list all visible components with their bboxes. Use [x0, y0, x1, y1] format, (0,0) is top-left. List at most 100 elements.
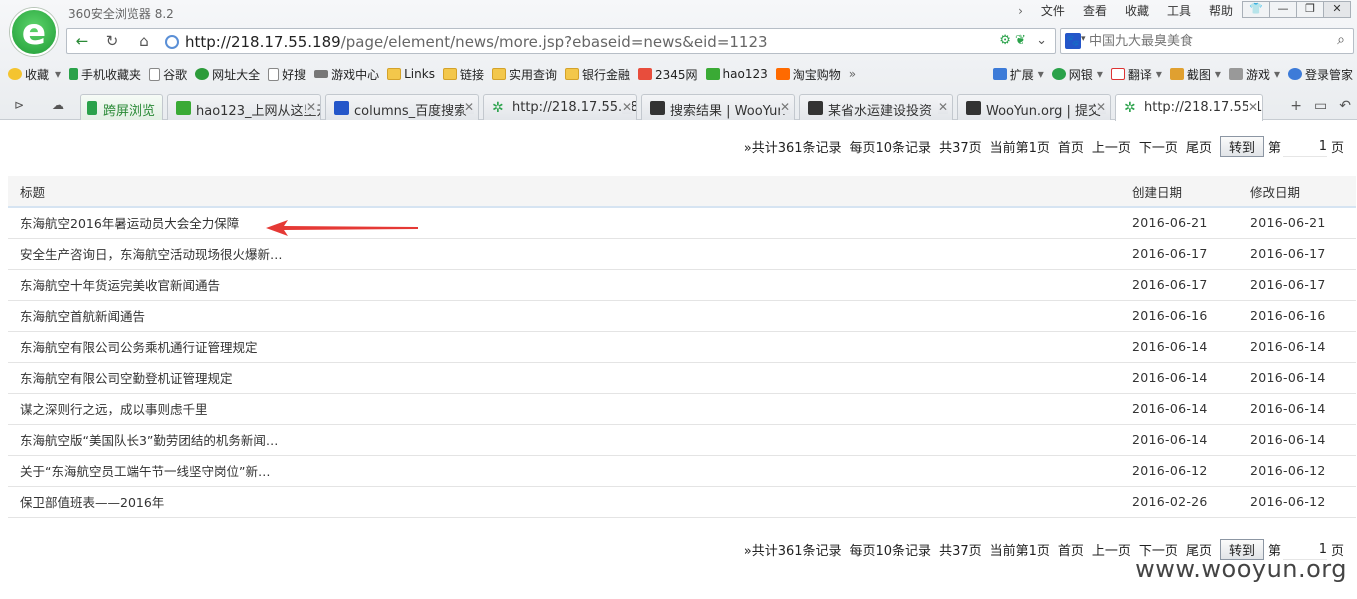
bookmark-hao123[interactable]: hao123	[705, 67, 768, 81]
first-page-link[interactable]: 首页	[1058, 137, 1084, 156]
close-icon[interactable]: ✕	[463, 100, 474, 114]
bookmark-daquan[interactable]: 网址大全	[195, 66, 260, 83]
tab-baidu[interactable]: columns_百度搜索 ✕	[325, 94, 479, 120]
row-modified-date: 2016-06-17	[1238, 269, 1356, 301]
compat-mode-icon[interactable]: ❦	[1015, 33, 1026, 48]
tab-cross-screen[interactable]: 跨屏浏览	[80, 94, 163, 120]
tab-list-icon[interactable]: ▭	[1314, 98, 1327, 114]
bookmark-overflow[interactable]: »	[849, 67, 856, 81]
prev-page-link[interactable]: 上一页	[1092, 540, 1131, 559]
first-page-link[interactable]: 首页	[1058, 540, 1084, 559]
bookmark-games[interactable]: 游戏中心	[314, 66, 379, 83]
search-box[interactable]: 🐾 ▾ ⌕	[1060, 28, 1354, 54]
baidu-paw-icon[interactable]: 🐾	[1065, 33, 1081, 49]
menu-favorites[interactable]: 收藏	[1116, 3, 1158, 19]
row-title-link[interactable]: 东海航空版“美国队长3”勤劳团结的机务新闻…	[8, 424, 1120, 456]
engine-dropdown-icon[interactable]: ▾	[1081, 34, 1086, 44]
row-title-link[interactable]: 东海航空有限公司公务乘机通行证管理规定	[8, 331, 1120, 363]
bookmark-taobao[interactable]: 淘宝购物	[775, 66, 841, 83]
tab-label: WooYun.org | 提交	[986, 104, 1102, 119]
search-input[interactable]	[1089, 32, 1319, 50]
toolbar-right: 扩展 ▾ 网银 ▾ 翻译 ▾ 截图 ▾ 游戏 ▾ 登录管家	[992, 62, 1353, 86]
refresh-icon[interactable]: ↻	[101, 32, 123, 52]
bookmark-favorites[interactable]: 收藏 ▾	[8, 66, 61, 83]
last-page-link[interactable]: 尾页	[1186, 137, 1212, 156]
menu-file[interactable]: 文件	[1032, 3, 1074, 19]
row-title-link[interactable]: 安全生产咨询日，东海航空活动现场很火爆新…	[8, 238, 1120, 270]
row-title-link[interactable]: 关于“东海航空员工端午节一线坚守岗位”新…	[8, 455, 1120, 487]
toolbar-label: 扩展	[1009, 67, 1034, 82]
translate-button[interactable]: 翻译 ▾	[1110, 66, 1162, 83]
table-row: 谋之深则行之远，成以事则虑千里 2016-06-14 2016-06-14	[8, 393, 1356, 425]
bookmark-query[interactable]: 实用查询	[491, 66, 557, 83]
screenshot-button[interactable]: 截图 ▾	[1169, 66, 1221, 83]
table-row: 东海航空版“美国队长3”勤劳团结的机务新闻… 2016-06-14 2016-06-…	[8, 424, 1356, 456]
chevron-down-icon[interactable]: ⌄	[1036, 33, 1047, 48]
close-icon[interactable]: ✕	[937, 100, 948, 114]
sidebar-toggle-icon[interactable]: ⊳	[14, 98, 24, 112]
home-icon[interactable]: ⌂	[133, 32, 155, 52]
user-icon	[1287, 68, 1302, 80]
games-button[interactable]: 游戏 ▾	[1228, 66, 1280, 83]
row-modified-date: 2016-06-12	[1238, 455, 1356, 487]
window-title: 360安全浏览器 8.2	[68, 7, 174, 21]
bookmark-bank[interactable]: 银行金融	[564, 66, 630, 83]
close-icon[interactable]: ✕	[779, 100, 790, 114]
close-icon[interactable]: ✕	[305, 100, 316, 114]
menu-view[interactable]: 查看	[1074, 3, 1116, 19]
page-number-input[interactable]	[1282, 136, 1327, 157]
undo-close-icon[interactable]: ↶	[1339, 98, 1351, 114]
chevron-down-icon[interactable]: ▾	[55, 67, 61, 81]
login-manager-button[interactable]: 登录管家	[1287, 66, 1353, 83]
page-prefix: 第	[1267, 141, 1281, 156]
row-title-link[interactable]: 东海航空十年货运完美收官新闻通告	[8, 269, 1120, 301]
bookmark-links[interactable]: Links	[387, 67, 435, 81]
close-icon[interactable]: ✕	[1247, 100, 1258, 114]
close-icon[interactable]: ✕	[621, 100, 632, 114]
folder-icon	[387, 68, 402, 80]
next-page-link[interactable]: 下一页	[1139, 137, 1178, 156]
bookmark-google[interactable]: 谷歌	[149, 66, 187, 83]
row-title-link[interactable]: 东海航空2016年暑运动员大会全力保障	[8, 207, 1120, 239]
menu-tools[interactable]: 工具	[1158, 3, 1200, 19]
tab-wooyun-search[interactable]: 搜索结果 | WooYun ✕	[641, 94, 795, 120]
maximize-button[interactable]: ❐	[1296, 1, 1324, 18]
tab-waterway[interactable]: 某省水运建设投资 ✕	[799, 94, 953, 120]
tab-target-active[interactable]: ✲ http://218.17.55.189✕	[1115, 94, 1263, 121]
row-title-link[interactable]: 东海航空首航新闻通告	[8, 300, 1120, 332]
cloud-icon[interactable]: ☁	[52, 98, 64, 112]
skin-icon[interactable]: 👕	[1242, 1, 1270, 18]
total-records: »共计361条记录	[743, 544, 842, 559]
row-title-link[interactable]: 东海航空有限公司空勤登机证管理规定	[8, 362, 1120, 394]
url-text[interactable]: http://218.17.55.189/page/element/news/m…	[185, 33, 768, 51]
search-icon[interactable]: ⌕	[1337, 32, 1345, 48]
goto-button[interactable]: 转到	[1219, 136, 1264, 157]
new-tab-icon[interactable]: +	[1290, 98, 1302, 114]
row-title-link[interactable]: 保卫部值班表——2016年	[8, 486, 1120, 518]
back-icon[interactable]: ←	[71, 32, 93, 52]
close-button[interactable]: ✕	[1323, 1, 1351, 18]
extensions-button[interactable]: 扩展 ▾	[992, 66, 1044, 83]
arrow-shape	[266, 220, 418, 236]
speedup-icon[interactable]: ⚙	[999, 33, 1011, 48]
wooyun-icon	[650, 101, 665, 115]
menu-help[interactable]: 帮助	[1200, 3, 1242, 19]
chevron-right-icon[interactable]: ›	[1009, 3, 1032, 19]
gamepad-icon	[314, 70, 329, 78]
row-created-date: 2016-06-14	[1120, 393, 1238, 425]
minimize-button[interactable]: —	[1269, 1, 1297, 18]
bookmark-2345[interactable]: 2345网	[638, 66, 698, 83]
bookmark-lianjie[interactable]: 链接	[442, 66, 484, 83]
table-row: 东海航空有限公司公务乘机通行证管理规定 2016-06-14 2016-06-14	[8, 331, 1356, 363]
bookmark-haosou[interactable]: 好搜	[268, 66, 306, 83]
bank-button[interactable]: 网银 ▾	[1051, 66, 1103, 83]
prev-page-link[interactable]: 上一页	[1092, 137, 1131, 156]
tab-target-1[interactable]: ✲ http://218.17.55.189 ✕	[483, 94, 637, 120]
tab-wooyun-submit[interactable]: WooYun.org | 提交 ✕	[957, 94, 1111, 120]
translate-icon	[1110, 68, 1125, 80]
address-bar[interactable]: ← ↻ ⌂ http://218.17.55.189/page/element/…	[66, 28, 1056, 54]
close-icon[interactable]: ✕	[1095, 100, 1106, 114]
tab-hao123[interactable]: hao123_上网从这里开始✕	[167, 94, 321, 120]
row-title-link[interactable]: 谋之深则行之远，成以事则虑千里	[8, 393, 1120, 425]
bookmark-mobile[interactable]: 手机收藏夹	[69, 66, 141, 83]
